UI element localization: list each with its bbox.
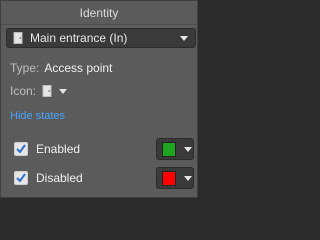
panel-title: Identity <box>79 5 119 20</box>
hide-states-link[interactable]: Hide states <box>10 110 65 122</box>
enabled-checkbox[interactable] <box>14 142 28 156</box>
identity-panel: Identity Main entrance (In) Type: Access… <box>0 0 198 198</box>
state-row-enabled: Enabled <box>14 138 194 160</box>
disabled-label: Disabled <box>36 171 83 185</box>
type-label: Type: <box>10 61 40 75</box>
chevron-down-icon <box>183 145 193 153</box>
enabled-color-swatch <box>162 141 176 157</box>
door-icon[interactable] <box>42 85 52 97</box>
chevron-down-icon <box>179 34 189 42</box>
type-value: Access point <box>44 61 113 75</box>
panel-header: Identity <box>1 1 197 25</box>
disabled-color-swatch <box>162 170 176 186</box>
selected-entity-label: Main entrance (In) <box>30 31 128 45</box>
icon-label: Icon: <box>10 84 37 98</box>
disabled-checkbox[interactable] <box>14 171 28 185</box>
entity-selector-dropdown[interactable]: Main entrance (In) <box>6 28 196 48</box>
chevron-down-icon <box>183 174 193 182</box>
enabled-label: Enabled <box>36 142 81 156</box>
disabled-color-picker[interactable] <box>156 167 194 189</box>
state-row-disabled: Disabled <box>14 167 194 189</box>
icon-row[interactable]: Icon: <box>10 84 68 98</box>
door-icon <box>12 32 24 44</box>
chevron-down-icon[interactable] <box>58 87 68 95</box>
type-row: Type: Access point <box>10 61 112 75</box>
enabled-color-picker[interactable] <box>156 138 194 160</box>
